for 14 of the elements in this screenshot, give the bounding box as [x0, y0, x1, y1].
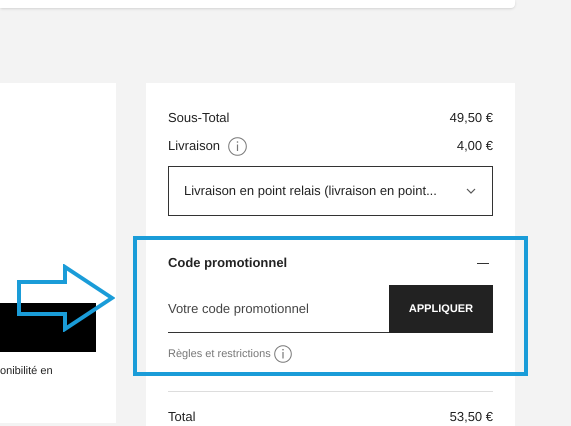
shipping-select[interactable]: Livraison en point relais (livraison en point... — [168, 166, 493, 216]
promo-title: Code promotionnel — [168, 254, 288, 272]
subtotal-value: 49,50 € — [450, 109, 493, 128]
info-icon[interactable] — [274, 345, 292, 363]
shipping-value: 4,00 € — [456, 137, 493, 156]
apply-button[interactable]: APPLIQUER — [389, 285, 493, 333]
availability-text: onibilité en — [0, 364, 54, 378]
chevron-down-icon — [466, 188, 476, 194]
rules-link[interactable]: Règles et restrictions — [168, 346, 271, 362]
total-value: 53,50 € — [450, 408, 493, 426]
subtotal-label: Sous-Total — [168, 109, 230, 128]
info-icon[interactable] — [228, 136, 248, 156]
shipping-label: Livraison — [168, 137, 220, 156]
total-label: Total — [168, 408, 196, 426]
